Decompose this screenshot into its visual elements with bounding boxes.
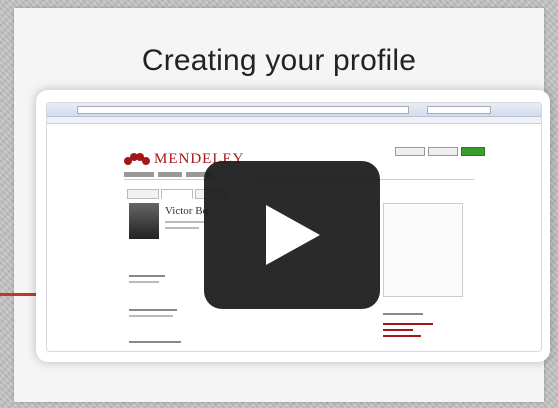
profile-sidebar bbox=[383, 203, 463, 297]
top-right-controls bbox=[395, 147, 485, 156]
browser-search-box bbox=[427, 106, 491, 114]
section-heading-bar bbox=[129, 341, 181, 343]
profile-name: Victor Bo bbox=[165, 205, 209, 217]
mendeley-logo-icon bbox=[124, 152, 150, 167]
slide-title: Creating your profile bbox=[141, 44, 417, 77]
browser-url-bar bbox=[77, 106, 409, 114]
play-button[interactable] bbox=[204, 161, 380, 309]
browser-chrome bbox=[47, 103, 541, 117]
section-heading-bar bbox=[129, 275, 165, 277]
video-player[interactable]: MENDELEY Victor Bo bbox=[36, 90, 550, 362]
play-icon bbox=[266, 205, 320, 265]
profile-avatar bbox=[129, 203, 159, 239]
browser-bookmarks-bar bbox=[47, 117, 541, 124]
section-heading-bar bbox=[129, 309, 177, 311]
